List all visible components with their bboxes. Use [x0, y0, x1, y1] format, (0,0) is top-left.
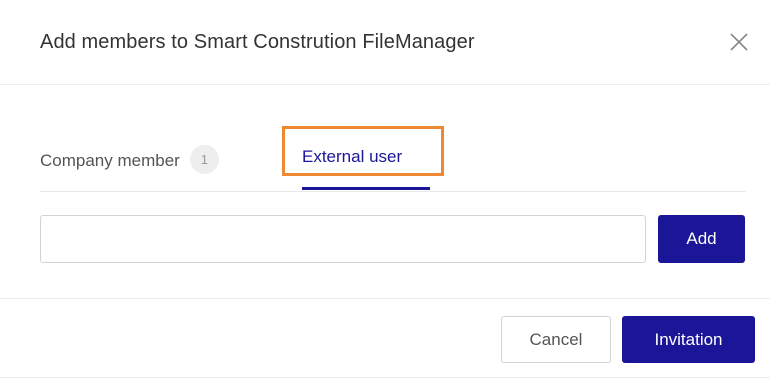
- tab-company-member-label: Company member: [40, 150, 180, 170]
- external-user-input[interactable]: [40, 215, 646, 263]
- tab-external-user[interactable]: External user: [302, 147, 430, 190]
- company-member-count-badge: 1: [189, 145, 219, 174]
- active-tab-indicator: [302, 187, 430, 190]
- invitation-button[interactable]: Invitation: [622, 316, 755, 363]
- dialog-title: Add members to Smart Constrution FileMan…: [40, 31, 475, 53]
- tab-company-member[interactable]: Company member 1: [40, 145, 219, 176]
- close-icon[interactable]: [727, 30, 751, 54]
- cancel-button[interactable]: Cancel: [501, 316, 611, 363]
- dialog-header: Add members to Smart Constrution FileMan…: [0, 0, 770, 85]
- add-button[interactable]: Add: [658, 215, 745, 263]
- add-members-dialog: Add members to Smart Constrution FileMan…: [0, 0, 770, 378]
- footer-divider: [0, 298, 770, 299]
- member-type-tabs: Company member 1 External user: [40, 126, 746, 192]
- tab-external-user-label: External user: [302, 147, 403, 166]
